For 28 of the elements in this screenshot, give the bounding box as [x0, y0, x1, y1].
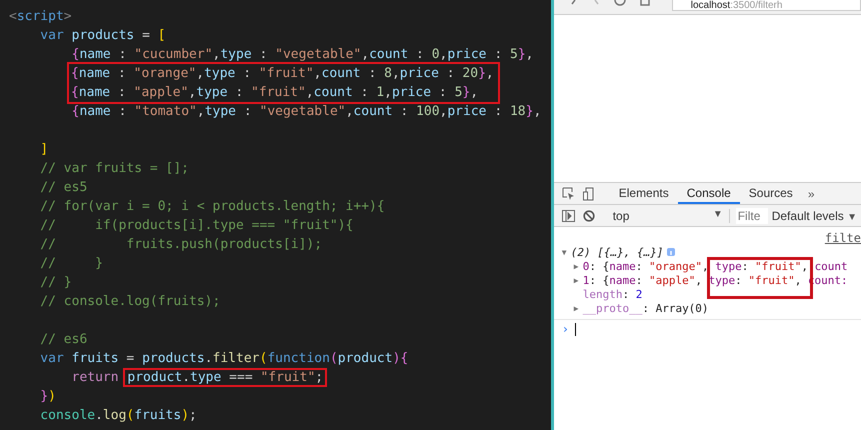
sidebar-toggle-icon[interactable] [562, 210, 575, 222]
text-cursor [574, 322, 576, 336]
code-editor: <script> var products = [ {name : "cucumber",type : "vegetable",count : 0,price : 5}, {name : "orange",type : "fruit",count : 8,price : 20}, {name : "apple",type : "fruit",count : 1,price : 5}, {name : "tomato",type : "vegetable",count : 100,price : 18}, ] // var fruits = []; // es5 // for(var i = 0; i < products.length; i++){ // if(products[i].type === "fruit"){ // fruits.push(products[i]); // } // } // console.log(fruits); // es6 var fruits = products.filter(function(product){ return product.type === "fruit"; }) console.log(fruits); [0, 0, 554, 430]
devtools-tab[interactable]: Sources [740, 183, 802, 204]
expand-arrow[interactable]: ▶ [574, 304, 583, 312]
source-link[interactable]: filte [824, 231, 861, 245]
devtools-tab[interactable]: Elements [610, 183, 678, 204]
prompt-icon: › [562, 322, 569, 336]
console-entry: 0: {name: "orange", type: "fruit", count [582, 260, 848, 272]
highlight-box: {name : "orange",type : "fruit",count : 8,price : 20}, {name : "apple",type : "fruit",count : 1,price : 5}, [67, 62, 500, 104]
expand-arrow[interactable]: ▼ [562, 248, 571, 256]
more-tabs-button[interactable]: » [802, 186, 820, 200]
reload-icon[interactable] [614, 0, 626, 6]
highlight-box: product.type === "fruit"; [123, 368, 328, 387]
expand-arrow[interactable]: ▶ [574, 276, 583, 284]
context-dropdown[interactable]: top ▼ [608, 208, 730, 222]
clear-console-icon[interactable] [582, 210, 595, 222]
dropdown-arrow: ▼ [712, 208, 723, 222]
console-entry: __proto__: Array(0) [582, 302, 709, 314]
device-icon[interactable] [582, 186, 594, 200]
levels-dropdown[interactable]: Default levels ▼ [768, 208, 861, 222]
console-entry: (2) [{…}, {…}] [570, 246, 664, 258]
back-icon[interactable] [570, 0, 578, 6]
address-bar[interactable]: localhost:3500/filterh [672, 0, 861, 11]
console-entry: length: 2 [582, 288, 642, 300]
expand-arrow[interactable]: ▶ [574, 262, 583, 270]
filter-field[interactable]: Filte [736, 208, 768, 224]
inspect-icon[interactable] [562, 187, 575, 200]
